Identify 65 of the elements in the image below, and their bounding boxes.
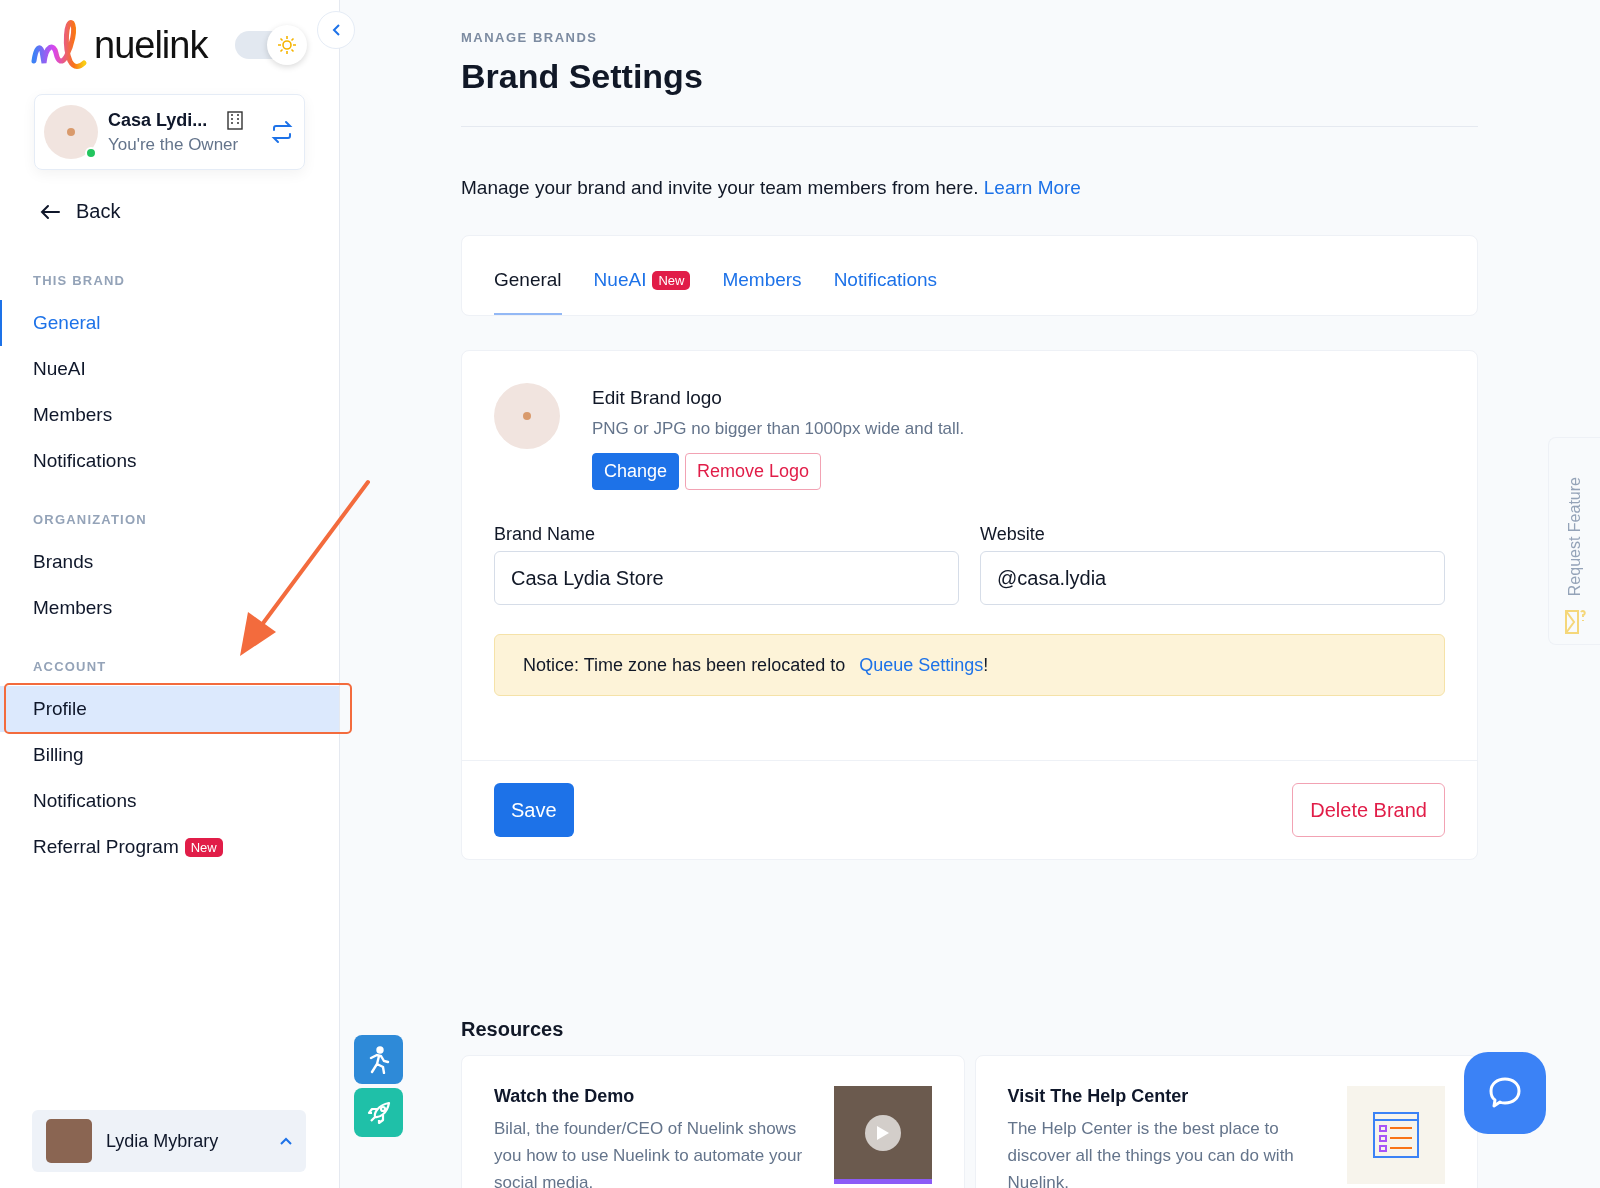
- new-badge: New: [652, 270, 691, 290]
- resource-card[interactable]: Visit The Help Center The Help Center is the best place to discover all the things you can do with Nuelink.: [974, 1055, 1478, 1188]
- section-heading: THIS BRAND: [32, 273, 127, 288]
- sidebar-nav-item[interactable]: Notifications: [0, 778, 339, 824]
- sidebar-nav-item[interactable]: Billing: [0, 732, 339, 778]
- page-title: Brand Settings: [461, 57, 704, 96]
- learn-more-link[interactable]: Learn More: [983, 177, 1081, 198]
- resources-heading: Resources: [461, 1018, 565, 1041]
- resource-description: Bilal, the founder/CEO of Nuelink shows you how to use Nuelink to automate your social media.: [494, 1118, 804, 1188]
- delete-brand-button[interactable]: Delete Brand: [1292, 783, 1445, 837]
- resource-title: Watch the Demo: [494, 1086, 636, 1107]
- accessibility-button[interactable]: [354, 1035, 403, 1084]
- tab[interactable]: NueAI New: [593, 269, 691, 315]
- queue-settings-link[interactable]: Queue Settings: [859, 654, 984, 676]
- tab[interactable]: Members: [722, 269, 802, 315]
- theme-toggle[interactable]: [235, 25, 307, 65]
- back-link[interactable]: Back: [0, 200, 121, 223]
- building-icon: [227, 110, 244, 130]
- sidebar-nav-item[interactable]: Notifications: [0, 438, 339, 484]
- envelope-question-icon: [1563, 608, 1586, 634]
- chevron-up-icon: [280, 1137, 292, 1145]
- sidebar-nav-item[interactable]: Referral Program New: [0, 824, 339, 870]
- field-label: Website: [980, 524, 1046, 545]
- logo-hint: PNG or JPG no bigger than 1000px wide and tall.: [592, 419, 965, 439]
- arrow-left-icon: [40, 203, 60, 220]
- user-photo-placeholder: [46, 1119, 92, 1163]
- notice-suffix: !: [983, 654, 989, 676]
- checklist-icon: [1373, 1112, 1419, 1158]
- switch-arrows-icon[interactable]: [270, 120, 294, 144]
- save-button[interactable]: Save: [494, 783, 574, 837]
- rocket-icon: [365, 1099, 392, 1126]
- brand-name: Casa Lydi...: [108, 109, 208, 131]
- new-badge: New: [184, 837, 223, 857]
- sidebar-nav-item[interactable]: Members: [0, 585, 339, 631]
- sidebar-nav-item[interactable]: Profile: [0, 686, 339, 732]
- chevron-left-icon: [332, 24, 340, 36]
- input-field[interactable]: Casa Lydia Store: [494, 551, 959, 605]
- page-description: Manage your brand and invite your team members from here. Learn More: [461, 177, 1082, 199]
- resource-title: Visit The Help Center: [1007, 1086, 1190, 1107]
- launch-button[interactable]: [354, 1088, 403, 1137]
- tab[interactable]: General: [494, 269, 562, 315]
- input-field[interactable]: @casa.lydia: [980, 551, 1445, 605]
- video-thumbnail-placeholder[interactable]: [833, 1086, 932, 1184]
- remove-logo-button[interactable]: Remove Logo: [685, 453, 822, 490]
- play-icon: [875, 1124, 890, 1141]
- sidebar-nav-item[interactable]: NueAI: [0, 346, 339, 392]
- resource-description: The Help Center is the best place to discover all the things you can do with Nuelink.: [1007, 1118, 1295, 1188]
- logo-section-title: Edit Brand logo: [592, 387, 723, 409]
- section-heading: ORGANIZATION: [32, 512, 148, 527]
- logo-wordmark: nuelink: [94, 23, 208, 67]
- brand-switcher-card[interactable]: Casa Lydi... You're the Owner: [34, 94, 305, 170]
- brand-role: You're the Owner: [108, 134, 240, 155]
- change-logo-button[interactable]: Change: [592, 453, 680, 490]
- notice-text: Notice: Time zone has been relocated to: [523, 654, 846, 676]
- field-label: Brand Name: [494, 524, 597, 545]
- section-heading: ACCOUNT: [32, 659, 108, 674]
- breadcrumb: MANAGE BRANDS: [461, 30, 599, 45]
- sidebar-nav-item[interactable]: Members: [0, 392, 339, 438]
- sidebar-nav-item[interactable]: Brands: [0, 539, 339, 585]
- chat-button[interactable]: [1464, 1052, 1546, 1134]
- resource-card[interactable]: Watch the Demo Bilal, the founder/CEO of Nuelink shows you how to use Nuelink to automate your social media.: [461, 1055, 965, 1188]
- sidebar-nav-item[interactable]: General: [0, 300, 339, 346]
- user-menu-button[interactable]: Lydia Mybrary: [32, 1110, 306, 1172]
- tab[interactable]: Notifications: [833, 269, 938, 315]
- sun-icon: [277, 35, 297, 55]
